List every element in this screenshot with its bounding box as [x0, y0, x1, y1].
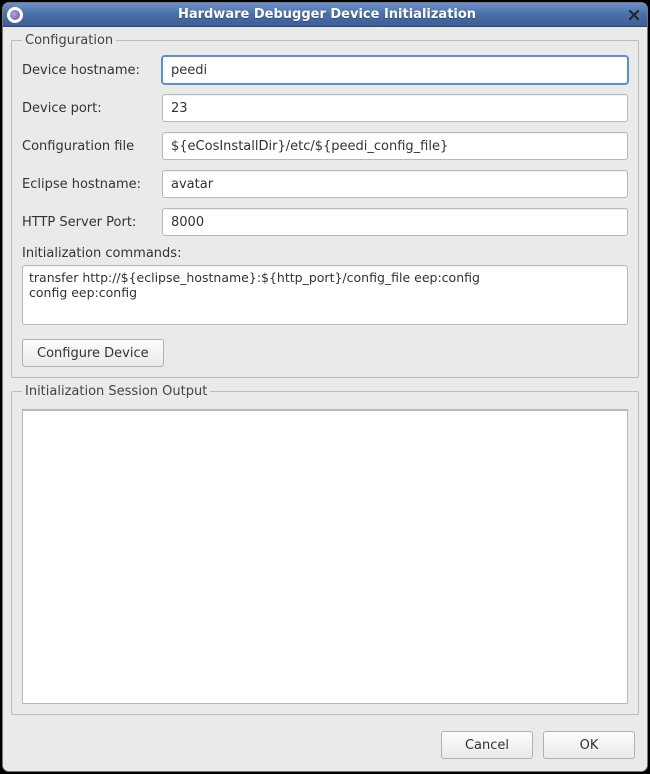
config-file-input[interactable] [162, 132, 628, 160]
configuration-group: Configuration Device hostname: Device po… [11, 33, 639, 378]
label-config-file: Configuration file [22, 139, 162, 154]
row-config-file: Configuration file [22, 132, 628, 160]
init-commands-textarea[interactable] [22, 265, 628, 325]
dialog-content: Configuration Device hostname: Device po… [3, 27, 647, 771]
output-group: Initialization Session Output [11, 384, 639, 715]
close-icon[interactable] [625, 6, 643, 24]
row-device-port: Device port: [22, 94, 628, 122]
row-http-port: HTTP Server Port: [22, 208, 628, 236]
window-title: Hardware Debugger Device Initialization [29, 7, 625, 22]
eclipse-hostname-input[interactable] [162, 170, 628, 198]
device-port-input[interactable] [162, 94, 628, 122]
output-legend: Initialization Session Output [22, 384, 210, 399]
cancel-button[interactable]: Cancel [441, 731, 533, 759]
dialog-window: Hardware Debugger Device Initialization … [3, 3, 647, 771]
titlebar[interactable]: Hardware Debugger Device Initialization [3, 3, 647, 27]
device-hostname-input[interactable] [162, 56, 628, 84]
label-init-commands: Initialization commands: [22, 246, 628, 261]
output-area [22, 409, 628, 704]
http-port-input[interactable] [162, 208, 628, 236]
label-device-port: Device port: [22, 101, 162, 116]
configuration-legend: Configuration [22, 33, 116, 48]
configure-device-button[interactable]: Configure Device [22, 339, 164, 367]
row-device-hostname: Device hostname: [22, 56, 628, 84]
label-eclipse-hostname: Eclipse hostname: [22, 177, 162, 192]
label-device-hostname: Device hostname: [22, 63, 162, 78]
ok-button[interactable]: OK [543, 731, 635, 759]
label-http-port: HTTP Server Port: [22, 215, 162, 230]
eclipse-icon [7, 7, 23, 23]
row-eclipse-hostname: Eclipse hostname: [22, 170, 628, 198]
dialog-footer: Cancel OK [11, 721, 639, 763]
